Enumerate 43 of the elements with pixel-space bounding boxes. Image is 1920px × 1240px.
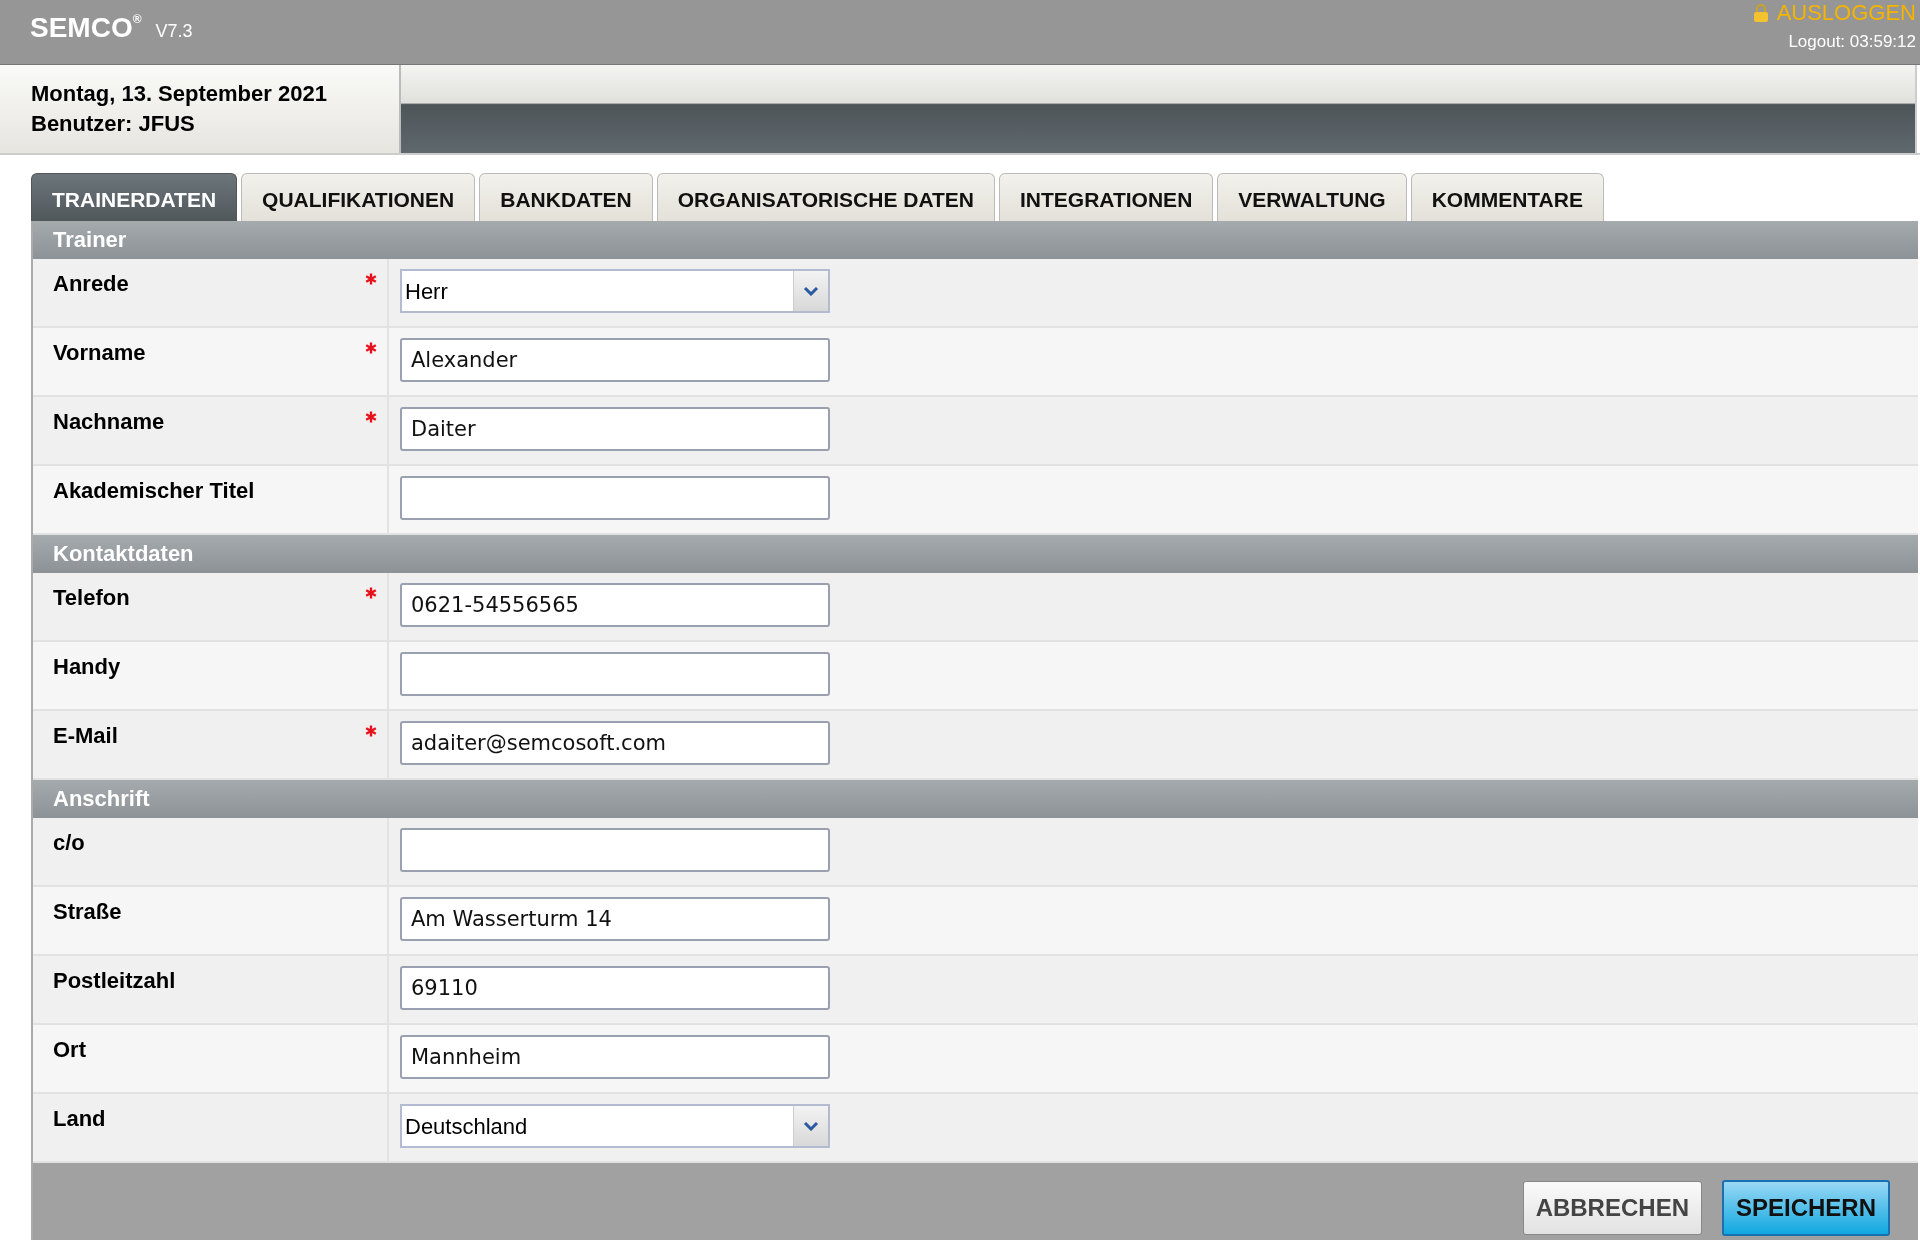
- tab[interactable]: ORGANISATORISCHE DATEN: [656, 173, 995, 221]
- chevron-down-icon: [803, 1121, 819, 1131]
- field-label: E-Mail: [53, 723, 118, 749]
- field-label: Handy: [53, 654, 121, 680]
- text-field[interactable]: 0621-54556565: [400, 583, 830, 627]
- field-label: Telefon: [53, 585, 130, 611]
- field-label: Land: [53, 1106, 106, 1132]
- tab[interactable]: QUALIFIKATIONEN: [241, 173, 476, 221]
- section-header: Anschrift: [33, 780, 1918, 818]
- tab[interactable]: TRAINERDATEN: [31, 173, 238, 221]
- tab[interactable]: VERWALTUNG: [1217, 173, 1407, 221]
- section-header: Kontaktdaten: [33, 535, 1918, 573]
- chevron-down-icon: [803, 286, 819, 296]
- field-label: c/o: [53, 830, 85, 856]
- field-label: Straße: [53, 899, 122, 925]
- tab[interactable]: KOMMENTARE: [1410, 173, 1604, 221]
- field-label: Ort: [53, 1037, 86, 1063]
- tab[interactable]: INTEGRATIONEN: [999, 173, 1214, 221]
- logout-timer: Logout: 03:59:12: [1788, 32, 1916, 52]
- save-button[interactable]: SPEICHERN: [1721, 1180, 1890, 1236]
- tab[interactable]: BANKDATEN: [479, 173, 653, 221]
- text-field[interactable]: adaiter@semcosoft.com: [400, 721, 830, 765]
- text-field[interactable]: Am Wasserturm 14: [400, 897, 830, 941]
- date-label: Montag, 13. September 2021: [31, 81, 328, 107]
- field-label: Postleitzahl: [53, 968, 176, 994]
- text-field[interactable]: Daiter: [400, 407, 830, 451]
- dropdown[interactable]: Herr: [400, 269, 830, 313]
- text-field[interactable]: Alexander: [400, 338, 830, 382]
- field-label: Anrede: [53, 271, 129, 297]
- field-label: Akademischer Titel: [53, 478, 255, 504]
- app-logo: SEMCO$^{®}$: [30, 12, 142, 44]
- section-header: Trainer: [33, 221, 1918, 259]
- version-label: V7.3: [155, 21, 193, 43]
- user-label: Benutzer: JFUS: [31, 111, 196, 137]
- text-field[interactable]: Mannheim: [400, 1035, 830, 1079]
- text-field[interactable]: [400, 476, 830, 520]
- cancel-button[interactable]: ABBRECHEN: [1522, 1181, 1702, 1235]
- field-label: Vorname: [53, 340, 146, 366]
- text-field[interactable]: 69110: [400, 966, 830, 1010]
- field-label: Nachname: [53, 409, 165, 435]
- dropdown[interactable]: Deutschland: [400, 1104, 830, 1148]
- text-field[interactable]: [400, 828, 830, 872]
- text-field[interactable]: [400, 652, 830, 696]
